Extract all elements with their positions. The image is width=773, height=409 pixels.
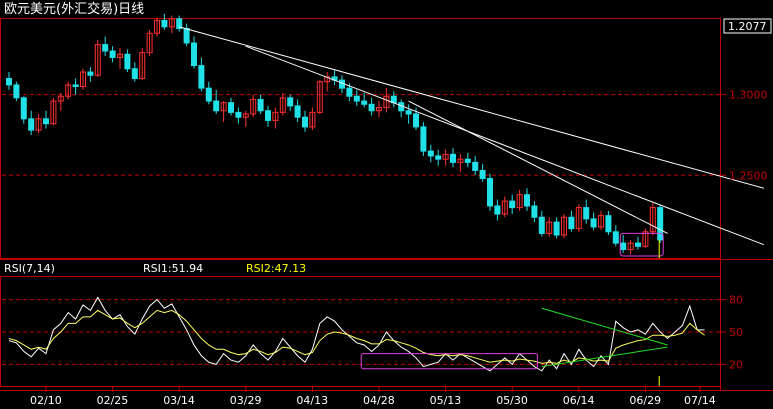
candle-down [405,110,412,115]
chart-canvas: 欧元美元(外汇交易)日线 1.2077 RSI(7,14) RSI1:51.94… [0,1,773,407]
candle-down [6,77,12,86]
candle-down [213,100,220,112]
candle-down [353,95,360,102]
x-tick-label: 02/10 [30,394,62,407]
rsi2-value-label: RSI2:47.13 [246,262,306,275]
candle-down [590,218,597,228]
candle-down [13,84,20,99]
candle-down [531,205,538,218]
rsi-trendline [541,307,668,346]
candle-down [657,207,664,241]
price-trendline [408,100,668,234]
x-tick-label: 02/25 [97,394,129,407]
price-highlight-box [619,232,664,257]
chart-title: 欧元美元(外汇交易)日线 [4,1,144,17]
candle-down [257,98,264,112]
candle-down [427,150,434,157]
price-trendline [179,26,764,189]
candle-down [205,87,212,102]
candle-down [568,216,575,230]
candle-down [413,113,419,128]
candle-down [124,53,131,70]
candle-down [302,116,308,128]
candle-down [183,27,190,44]
candle-down [102,44,109,52]
rsi-tick-label: 20 [729,358,743,371]
candle-down [635,242,641,247]
candle-down [464,158,471,163]
main-panel-frame [0,18,721,259]
candle-down [72,84,79,88]
candle-down [435,155,442,160]
rsi-tick-label: 80 [729,294,743,307]
candle-down [450,153,456,163]
candle-down [294,105,301,118]
x-tick-label: 06/29 [629,394,661,407]
price-tick-label: 1.2500 [729,169,768,182]
rsi-trendline [541,346,668,368]
candle-down [538,216,545,234]
current-price-label: 1.2077 [728,20,767,33]
candle-down [368,103,375,112]
candle-down [612,231,619,244]
x-tick-label: 07/14 [684,394,716,407]
candle-down [161,19,168,28]
candle-down [605,215,612,233]
candle-down [553,221,560,236]
x-tick-label: 05/30 [496,394,528,407]
candle-down [43,118,49,125]
candle-down [131,68,138,79]
candle-down [109,50,116,59]
rsi1-value-label: RSI1:51.94 [143,262,203,275]
candle-down [583,207,590,220]
x-tick-label: 06/14 [563,394,595,407]
x-tick-label: 03/14 [163,394,195,407]
price-tick-label: 1.3000 [729,89,768,102]
candle-down [20,97,27,120]
rsi-indicator-label: RSI(7,14) [4,262,55,275]
candle-down [228,102,234,113]
candle-down [620,242,627,251]
candle-down [472,161,479,171]
candle-down [235,111,242,118]
candle-down [361,100,368,105]
candle-down [87,71,94,76]
x-tick-label: 05/13 [430,394,462,407]
candle-down [494,205,501,215]
candle-down [28,118,35,131]
candle-down [420,126,427,152]
candle-down [287,97,294,107]
candle-down [487,178,493,207]
x-tick-label: 04/28 [363,394,395,407]
x-tick-label: 03/29 [230,394,262,407]
candle-down [198,65,205,89]
candle-down [265,110,271,121]
candle-down [509,200,516,209]
candle-down [524,194,530,207]
candle-down [479,169,486,180]
candle-down [191,42,197,67]
candle-down [346,87,353,97]
x-tick-label: 04/13 [296,394,328,407]
rsi-tick-label: 50 [729,326,743,339]
